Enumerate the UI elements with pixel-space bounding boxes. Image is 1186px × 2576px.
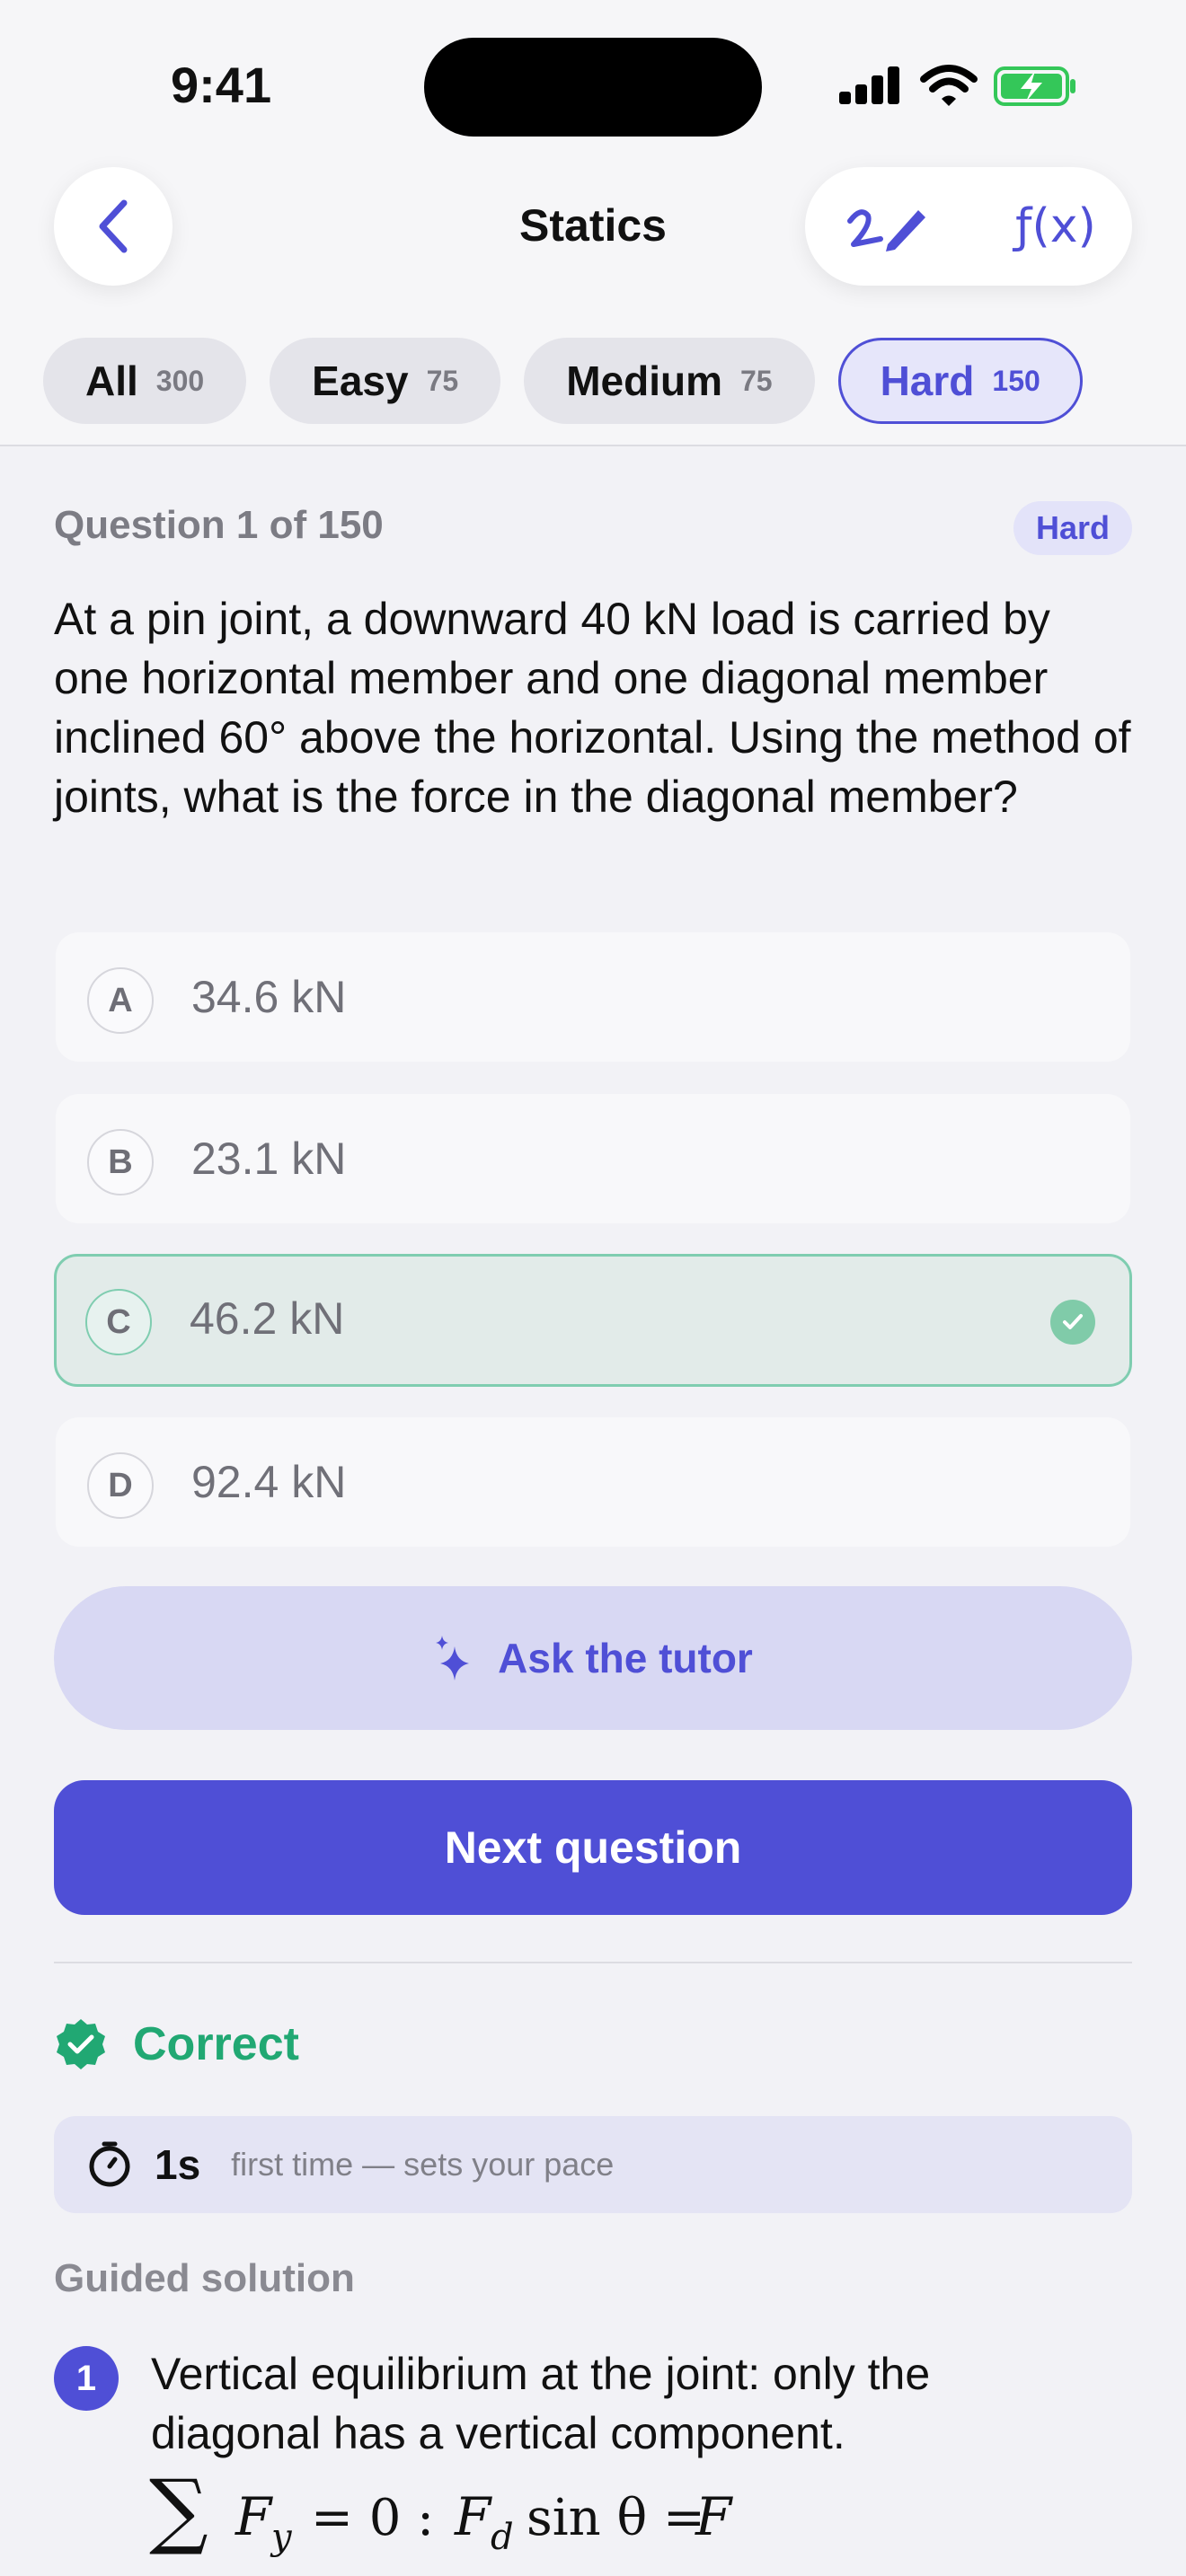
page-title: Statics <box>519 200 667 251</box>
timing-card: 1s first time — sets your pace <box>54 2116 1132 2213</box>
filter-chip-all[interactable]: All 300 <box>43 338 247 424</box>
sparkles-icon <box>436 1636 470 1681</box>
option-text: 23.1 kN <box>191 1134 347 1184</box>
ask-tutor-button[interactable]: Ask the tutor <box>54 1586 1132 1730</box>
answer-option-c[interactable]: C 46.2 kN <box>54 1254 1132 1387</box>
step-equation: ∑ F y = 0 : F d sin θ = F <box>149 2463 733 2558</box>
answer-option-a[interactable]: A 34.6 kN <box>56 932 1130 1062</box>
timing-note: first time — sets your pace <box>231 2146 615 2183</box>
check-icon <box>1050 1300 1095 1345</box>
option-text: 34.6 kN <box>191 972 347 1022</box>
pencil-scribble-icon <box>847 209 925 251</box>
result-banner: Correct <box>54 2016 299 2073</box>
eq-term: = 0 : <box>311 2489 434 2547</box>
verified-badge-icon <box>57 2019 105 2069</box>
divider <box>54 1962 1132 1963</box>
option-letter: C <box>85 1289 152 1355</box>
filter-label: All <box>85 357 138 404</box>
result-label: Correct <box>133 2018 299 2070</box>
formula-button[interactable]: ƒ(x) <box>997 194 1114 259</box>
status-time: 9:41 <box>171 57 272 113</box>
difficulty-badge: Hard <box>1013 501 1132 555</box>
wifi-icon <box>920 65 978 106</box>
question-text: At a pin joint, a downward 40 kN load is… <box>54 594 1131 822</box>
dynamic-island <box>424 38 762 137</box>
filter-count: 75 <box>426 364 459 397</box>
filter-chip-easy[interactable]: Easy 75 <box>270 338 501 424</box>
option-letter: D <box>87 1452 154 1519</box>
timer-icon <box>89 2141 130 2187</box>
eq-term: F <box>695 2486 733 2547</box>
next-question-button[interactable]: Next question <box>54 1780 1132 1915</box>
difficulty-filter: All 300 Easy 75 Medium 75 Hard 150 <box>43 338 1083 424</box>
battery-charging-icon <box>994 66 1075 106</box>
tools-group: ƒ(x) <box>805 167 1132 286</box>
eq-term: F <box>235 2486 273 2547</box>
eq-term: sin θ = <box>527 2489 705 2547</box>
eq-term: F <box>454 2486 492 2547</box>
step-number: 1 <box>54 2346 119 2411</box>
eq-subscript: y <box>270 2517 293 2558</box>
filter-count: 75 <box>739 364 773 397</box>
option-letter: A <box>87 967 154 1034</box>
question-counter: Question 1 of 150 <box>54 503 384 547</box>
filter-count: 300 <box>155 364 205 397</box>
option-text: 92.4 kN <box>191 1457 347 1507</box>
filter-label: Easy <box>312 357 409 404</box>
cellular-signal-icon <box>839 63 902 108</box>
filter-label: Hard <box>880 357 975 404</box>
option-letter: B <box>87 1129 154 1195</box>
timing-value: 1s <box>155 2141 201 2188</box>
option-text: 46.2 kN <box>190 1293 345 1344</box>
answer-option-b[interactable]: B 23.1 kN <box>56 1094 1130 1223</box>
back-button[interactable] <box>54 167 173 286</box>
sum-symbol: ∑ <box>149 2463 208 2558</box>
filter-chip-medium[interactable]: Medium 75 <box>524 338 815 424</box>
tutor-label: Ask the tutor <box>498 1635 753 1681</box>
chevron-left-icon <box>99 199 128 253</box>
guided-solution-title: Guided solution <box>54 2256 355 2300</box>
filter-count: 150 <box>992 364 1040 397</box>
eq-subscript: d <box>491 2517 514 2558</box>
scratchpad-button[interactable] <box>832 194 940 259</box>
filter-chip-hard[interactable]: Hard 150 <box>837 338 1083 424</box>
step-text: Vertical equilibrium at the joint: only … <box>151 2349 931 2458</box>
answer-option-d[interactable]: D 92.4 kN <box>56 1417 1130 1547</box>
filter-label: Medium <box>566 357 722 404</box>
